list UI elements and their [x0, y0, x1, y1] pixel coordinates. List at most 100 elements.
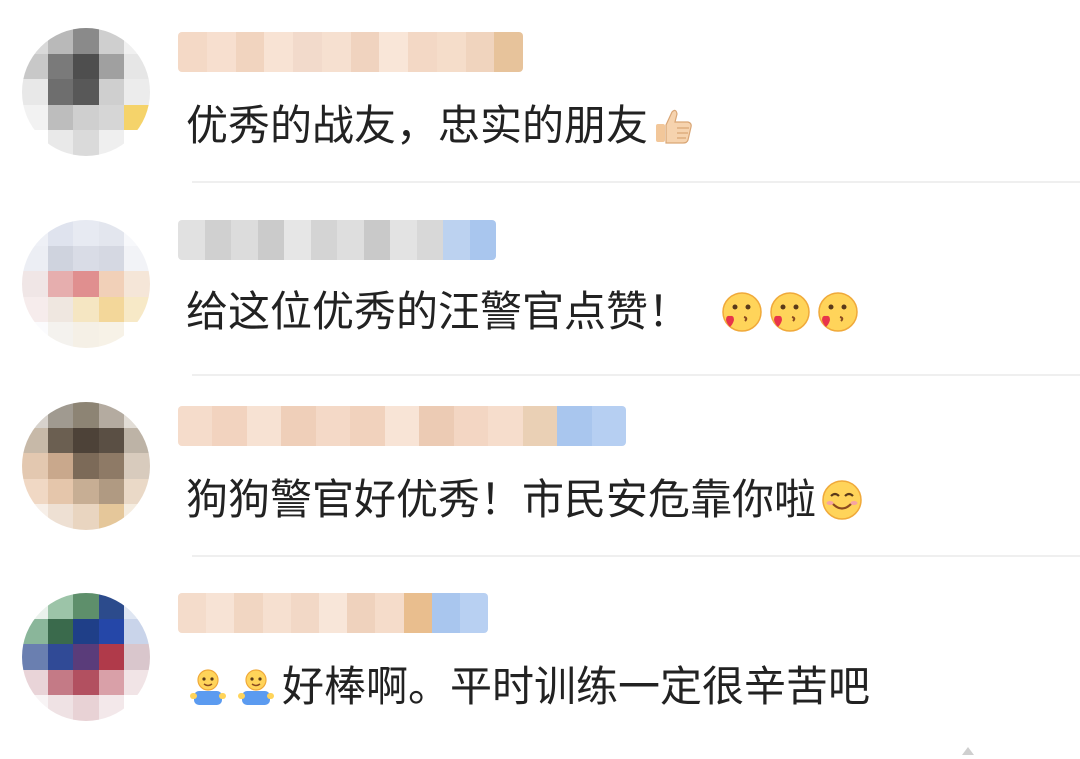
avatar-mosaic-cell: [22, 53, 48, 80]
avatar-mosaic-cell: [47, 593, 74, 619]
avatar-mosaic-cell: [73, 53, 99, 80]
username-mosaic-cell: [337, 220, 364, 260]
avatar-mosaic-cell: [124, 53, 150, 80]
username-mosaic-cell: [257, 220, 284, 260]
avatar[interactable]: [22, 28, 150, 156]
avatar-mosaic-cell: [47, 644, 74, 670]
avatar-mosaic-cell: [47, 453, 74, 479]
kiss-heart-emoji-icon: [768, 290, 812, 334]
avatar-mosaic-cell: [98, 104, 125, 131]
avatar-mosaic-cell: [22, 130, 48, 156]
avatar-mosaic-cell: [73, 644, 99, 670]
username-mosaic-cell: [321, 32, 351, 72]
avatar-mosaic-cell: [124, 28, 150, 54]
username-mosaic-cell: [178, 220, 205, 260]
avatar-mosaic-cell: [22, 245, 48, 272]
avatar-mosaic-cell: [73, 593, 99, 619]
avatar-mosaic-cell: [124, 504, 150, 530]
comment-text-row: 给这位优秀的汪警官点赞！: [186, 284, 860, 340]
avatar-mosaic-cell: [47, 28, 74, 54]
avatar[interactable]: [22, 402, 150, 530]
avatar-mosaic-cell: [98, 28, 125, 54]
username-mosaic-cell: [522, 406, 558, 446]
avatar-mosaic-cell: [73, 296, 99, 323]
avatar-mosaic-cell: [124, 669, 150, 696]
avatar-mosaic-cell: [47, 296, 74, 323]
avatar-mosaic-cell: [98, 504, 125, 530]
username-mosaic-cell: [431, 593, 460, 633]
avatar-mosaic-cell: [73, 669, 99, 696]
avatar-mosaic-cell: [98, 53, 125, 80]
avatar-mosaic-cell: [47, 104, 74, 131]
avatar-mosaic-cell: [22, 618, 48, 645]
avatar-mosaic-cell: [47, 478, 74, 505]
username-mosaic-cell: [416, 220, 443, 260]
avatar-mosaic-cell: [98, 427, 125, 454]
avatar-mosaic-cell: [73, 453, 99, 479]
username-mosaic-cell: [212, 406, 247, 446]
username-mosaic-cell: [379, 32, 408, 72]
avatar[interactable]: [22, 220, 150, 348]
username-mosaic-cell: [443, 220, 470, 260]
username-mosaic-cell: [281, 406, 316, 446]
avatar-mosaic-cell: [98, 593, 125, 619]
comment-item: 给这位优秀的汪警官点赞！: [0, 190, 1080, 376]
avatar-mosaic-cell: [98, 220, 125, 246]
avatar-mosaic-cell: [124, 453, 150, 479]
username-mosaic-cell: [591, 406, 626, 446]
avatar-mosaic-cell: [22, 402, 48, 428]
username-mosaic-cell: [178, 406, 213, 446]
avatar-mosaic-cell: [73, 427, 99, 454]
username-mosaic-cell: [206, 593, 235, 633]
avatar-mosaic-cell: [73, 104, 99, 131]
avatar-mosaic-cell: [73, 504, 99, 530]
username-mosaic-cell: [318, 593, 348, 633]
avatar-mosaic-cell: [22, 453, 48, 479]
username-mosaic-cell: [315, 406, 351, 446]
username-blurred[interactable]: [178, 406, 626, 446]
avatar-mosaic-cell: [47, 79, 74, 105]
username-mosaic-cell: [262, 593, 291, 633]
comment-page: { "comments": [ { "text": "优秀的战友，忠实的朋友",…: [0, 0, 1080, 755]
username-mosaic-cell: [408, 32, 437, 72]
avatar-mosaic-cell: [98, 618, 125, 645]
comment-text: 给这位优秀的汪警官点赞！: [186, 287, 691, 336]
avatar-mosaic-cell: [47, 618, 74, 645]
avatar-mosaic-cell: [47, 427, 74, 454]
comment-text-row: 狗狗警官好优秀！市民安危靠你啦: [186, 472, 864, 528]
avatar-mosaic-cell: [73, 695, 99, 721]
avatar-mosaic-cell: [73, 79, 99, 105]
comment-text: 狗狗警官好优秀！市民安危靠你啦: [186, 475, 817, 524]
username-mosaic-cell: [231, 220, 258, 260]
avatar-mosaic-cell: [124, 593, 150, 619]
avatar-mosaic-cell: [22, 669, 48, 696]
comment-text-row: 优秀的战友，忠实的朋友: [186, 98, 696, 154]
smile-emoji-icon: [820, 478, 864, 522]
avatar-mosaic-cell: [73, 220, 99, 246]
username-mosaic-cell: [246, 406, 282, 446]
avatar-mosaic-cell: [73, 245, 99, 272]
username-blurred[interactable]: [178, 32, 523, 72]
username-blurred[interactable]: [178, 220, 496, 260]
username-blurred[interactable]: [178, 593, 488, 633]
comment-item: 狗狗警官好优秀！市民安危靠你啦: [0, 380, 1080, 565]
avatar-mosaic-cell: [98, 478, 125, 505]
avatar-mosaic-cell: [47, 220, 74, 246]
avatar-mosaic-cell: [22, 695, 48, 721]
avatar-mosaic-cell: [73, 130, 99, 156]
username-mosaic-cell: [284, 220, 311, 260]
avatar-mosaic-cell: [98, 79, 125, 105]
avatar-mosaic-cell: [22, 478, 48, 505]
avatar-mosaic-cell: [124, 322, 150, 348]
comment-text: 优秀的战友，忠实的朋友: [186, 101, 649, 150]
avatar-mosaic-cell: [98, 130, 125, 156]
avatar-mosaic-cell: [124, 79, 150, 105]
avatar-mosaic-cell: [22, 220, 48, 246]
avatar-mosaic-cell: [98, 402, 125, 428]
worker-emoji-icon: [186, 665, 230, 709]
avatar-mosaic-cell: [124, 130, 150, 156]
avatar[interactable]: [22, 593, 150, 721]
avatar-mosaic-cell: [98, 695, 125, 721]
username-mosaic-cell: [350, 406, 385, 446]
avatar-mosaic-cell: [98, 322, 125, 348]
